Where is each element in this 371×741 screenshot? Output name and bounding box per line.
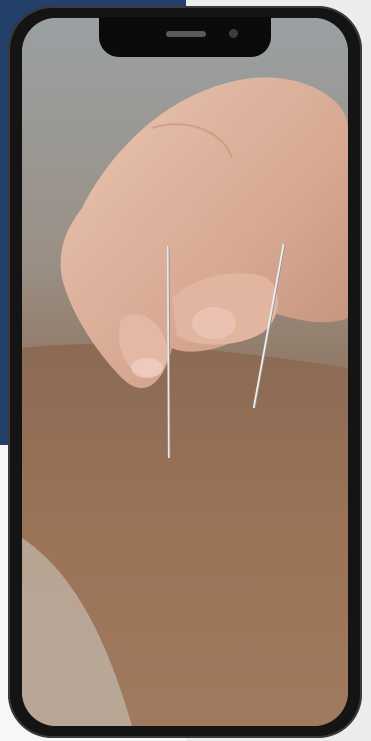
phone-frame [8, 6, 362, 738]
phone-notch [99, 17, 271, 57]
speaker-grille-icon [166, 31, 206, 37]
phone-screen [22, 18, 348, 726]
acupuncture-photo [22, 18, 348, 726]
front-camera-icon [229, 29, 238, 38]
